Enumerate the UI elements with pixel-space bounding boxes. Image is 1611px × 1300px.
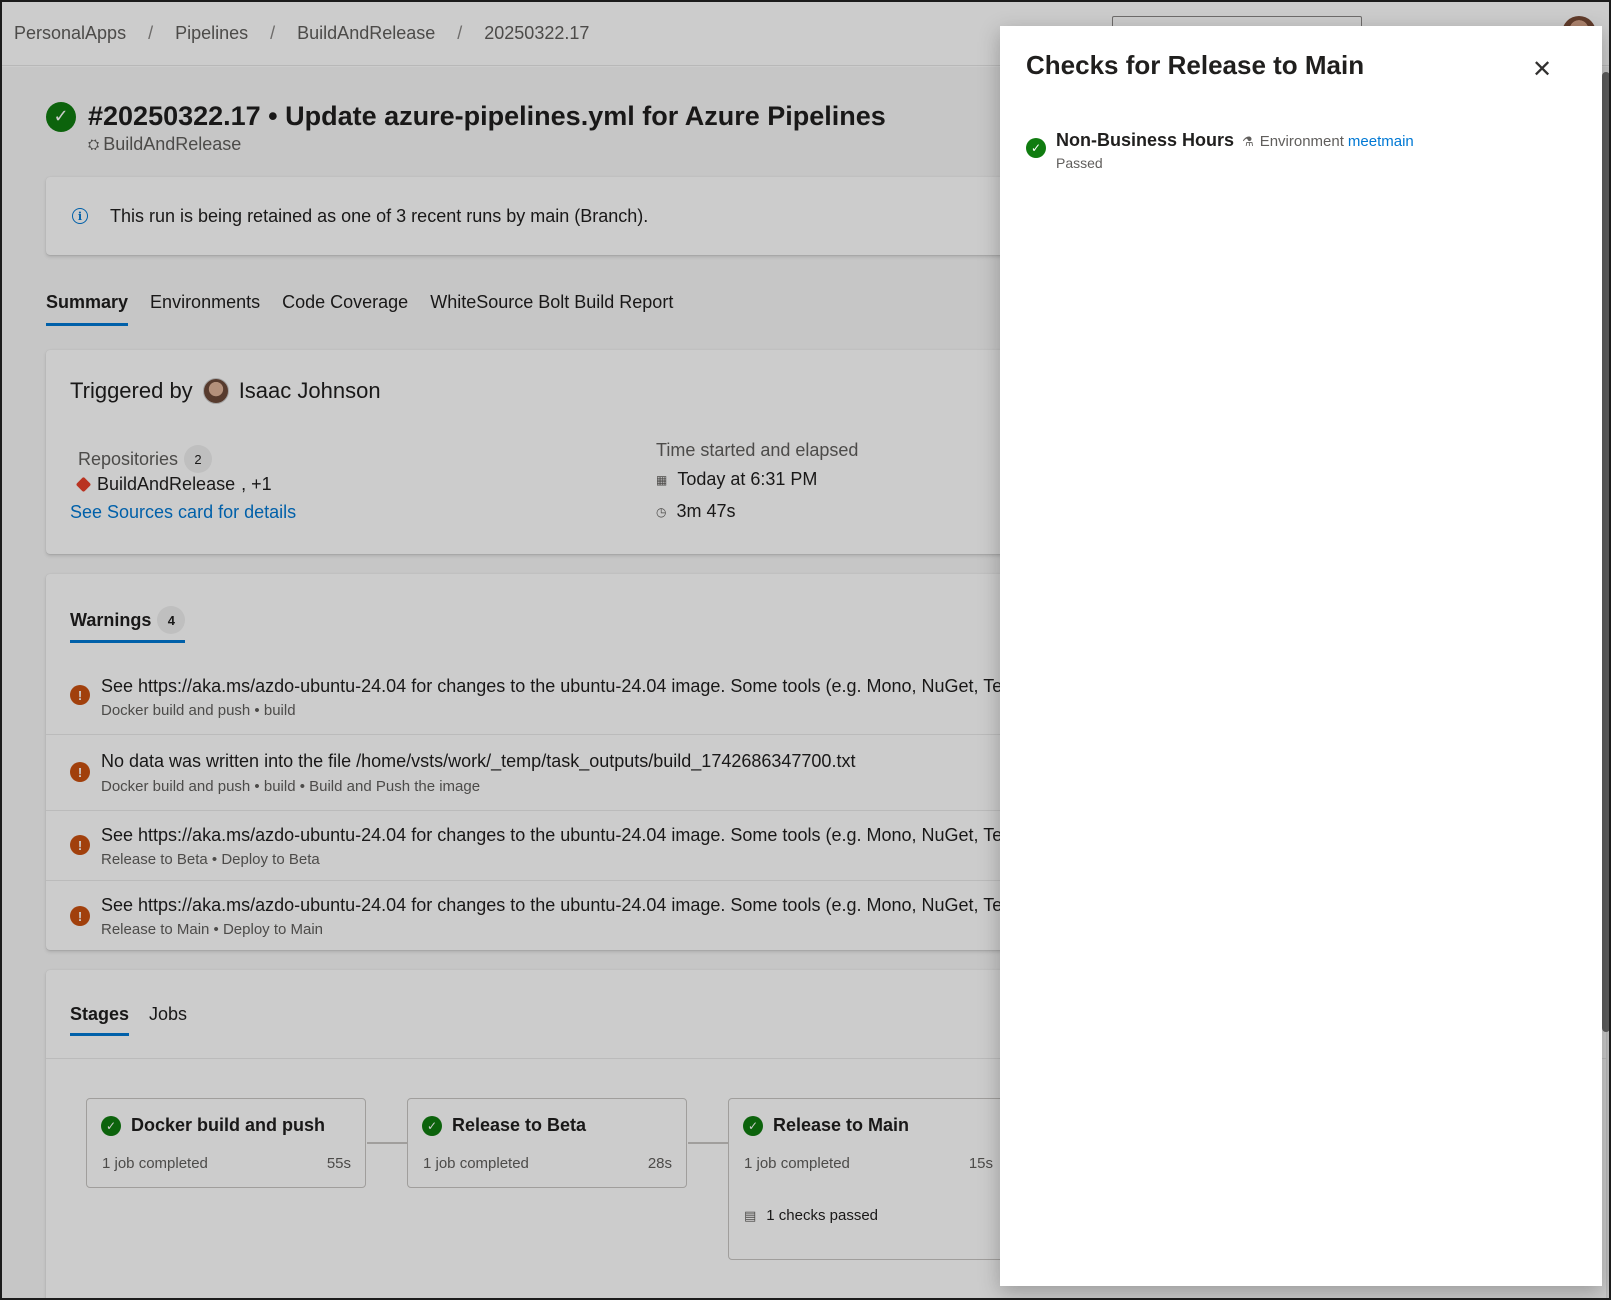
check-type: Environment xyxy=(1259,133,1344,150)
check-header: Non-Business Hours ⚗ Environment meetmai… xyxy=(1056,130,1414,151)
scrollbar[interactable] xyxy=(1602,72,1609,1032)
panel-title: Checks for Release to Main xyxy=(1026,50,1365,80)
close-icon[interactable]: ✕ xyxy=(1532,58,1552,82)
environment-link[interactable]: meetmain xyxy=(1348,133,1414,150)
success-check-icon: ✓ xyxy=(1026,138,1046,158)
check-status: Passed xyxy=(1056,155,1103,171)
environment-icon: ⚗ xyxy=(1242,134,1254,149)
check-item[interactable]: ✓ Non-Business Hours ⚗ Environment meetm… xyxy=(1026,130,1414,171)
check-name: Non-Business Hours xyxy=(1056,130,1235,150)
checks-panel: Checks for Release to Main ✕ ✓ Non-Busin… xyxy=(1000,26,1602,1286)
check-details: Non-Business Hours ⚗ Environment meetmai… xyxy=(1056,130,1414,171)
app-frame: PersonalApps / Pipelines / BuildAndRelea… xyxy=(0,0,1611,1300)
